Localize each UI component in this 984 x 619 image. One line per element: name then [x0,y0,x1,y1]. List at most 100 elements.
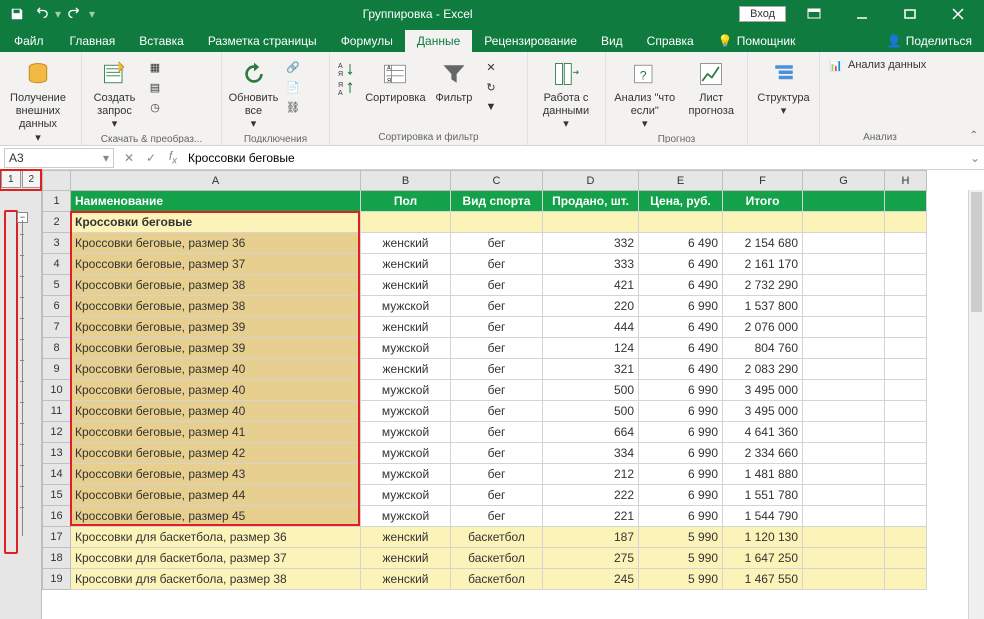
what-if-button[interactable]: ?Анализ "что если" ▾ [612,56,677,132]
cell[interactable]: 804 760 [723,338,803,359]
cell[interactable]: бег [451,254,543,275]
maximize-icon[interactable] [890,0,930,28]
cell[interactable]: Кроссовки беговые, размер 45 [71,506,361,527]
cell[interactable] [885,296,927,317]
cell[interactable]: Кроссовки беговые, размер 38 [71,296,361,317]
cell[interactable] [885,506,927,527]
cell[interactable] [803,527,885,548]
cell[interactable]: 664 [543,422,639,443]
cell[interactable]: мужской [361,485,451,506]
tab-formulas[interactable]: Формулы [329,30,405,52]
cell[interactable] [803,443,885,464]
cell[interactable]: 1 481 880 [723,464,803,485]
cell[interactable]: мужской [361,422,451,443]
row-header[interactable]: 10 [43,380,71,401]
cell[interactable]: мужской [361,296,451,317]
minimize-icon[interactable] [842,0,882,28]
cell[interactable]: 4 641 360 [723,422,803,443]
cell[interactable] [885,527,927,548]
share-button[interactable]: 👤Поделиться [875,30,984,52]
cell[interactable]: бег [451,296,543,317]
cell[interactable]: 6 990 [639,296,723,317]
row-header[interactable]: 7 [43,317,71,338]
header-cell[interactable]: Итого [723,191,803,212]
save-icon[interactable] [6,3,28,25]
cell[interactable]: Кроссовки для баскетбола, размер 38 [71,569,361,590]
cell[interactable]: бег [451,359,543,380]
header-cell[interactable]: Пол [361,191,451,212]
forecast-sheet-button[interactable]: Лист прогноза [681,56,741,118]
cell[interactable]: женский [361,317,451,338]
cell[interactable]: 212 [543,464,639,485]
cell[interactable]: 5 990 [639,548,723,569]
edit-links-button[interactable]: ⛓ [283,98,323,116]
cell[interactable] [803,422,885,443]
properties-button[interactable]: 📄 [283,78,323,96]
cell[interactable]: 245 [543,569,639,590]
cell[interactable] [885,422,927,443]
formula-input[interactable] [184,148,966,168]
col-header-B[interactable]: B [361,171,451,191]
cell[interactable]: бег [451,443,543,464]
row-header[interactable]: 15 [43,485,71,506]
cell[interactable]: 6 490 [639,317,723,338]
reapply-button[interactable]: ↻ [481,78,521,96]
cell[interactable]: Кроссовки беговые, размер 41 [71,422,361,443]
cell[interactable]: 1 537 800 [723,296,803,317]
cell[interactable]: 6 990 [639,380,723,401]
cell[interactable]: женский [361,548,451,569]
cell[interactable] [803,548,885,569]
cell[interactable]: Кроссовки беговые, размер 39 [71,338,361,359]
tab-file[interactable]: Файл [0,30,58,52]
col-header-H[interactable]: H [885,171,927,191]
cell[interactable]: баскетбол [451,527,543,548]
row-header[interactable]: 17 [43,527,71,548]
cell[interactable] [803,212,885,233]
header-cell[interactable]: Цена, руб. [639,191,723,212]
connections-button[interactable]: 🔗 [283,58,323,76]
outline-level-1[interactable]: 1 [1,170,21,188]
cell[interactable]: Кроссовки для баскетбола, размер 37 [71,548,361,569]
row-header[interactable]: 18 [43,548,71,569]
row-header[interactable]: 14 [43,464,71,485]
cell[interactable] [885,485,927,506]
row-header[interactable]: 9 [43,359,71,380]
cell[interactable]: 221 [543,506,639,527]
cell[interactable] [885,359,927,380]
new-query-button[interactable]: Создать запрос ▾ [88,56,141,132]
data-tools-button[interactable]: Работа с данными ▾ [534,56,598,132]
row-header[interactable]: 19 [43,569,71,590]
cell[interactable]: 124 [543,338,639,359]
cell[interactable]: бег [451,485,543,506]
col-header-D[interactable]: D [543,171,639,191]
collapse-ribbon-icon[interactable]: ⌃ [970,130,978,141]
col-header-F[interactable]: F [723,171,803,191]
from-table-button[interactable]: ▤ [145,78,215,96]
show-queries-button[interactable]: ▦ [145,58,215,76]
cell[interactable]: 332 [543,233,639,254]
outline-button[interactable]: Структура ▾ [754,56,813,118]
cell[interactable] [885,254,927,275]
cell[interactable]: 1 467 550 [723,569,803,590]
clear-filter-button[interactable]: ✕ [481,58,521,76]
cell[interactable]: 421 [543,275,639,296]
cell[interactable]: женский [361,275,451,296]
cell[interactable]: 333 [543,254,639,275]
cell[interactable]: Кроссовки беговые, размер 40 [71,380,361,401]
cell[interactable]: Кроссовки беговые, размер 39 [71,317,361,338]
fx-icon[interactable]: fx [162,148,184,168]
cell[interactable]: женский [361,569,451,590]
cell[interactable]: 6 490 [639,359,723,380]
cell[interactable] [803,464,885,485]
cell[interactable] [885,275,927,296]
advanced-button[interactable]: ▼ [481,98,521,116]
cell[interactable] [639,212,723,233]
cell[interactable] [885,443,927,464]
chevron-down-icon[interactable]: ▾ [103,151,109,165]
cell[interactable] [885,317,927,338]
cell[interactable]: баскетбол [451,548,543,569]
cell[interactable] [803,401,885,422]
cell[interactable]: женский [361,359,451,380]
cell[interactable]: мужской [361,506,451,527]
cell[interactable] [885,569,927,590]
